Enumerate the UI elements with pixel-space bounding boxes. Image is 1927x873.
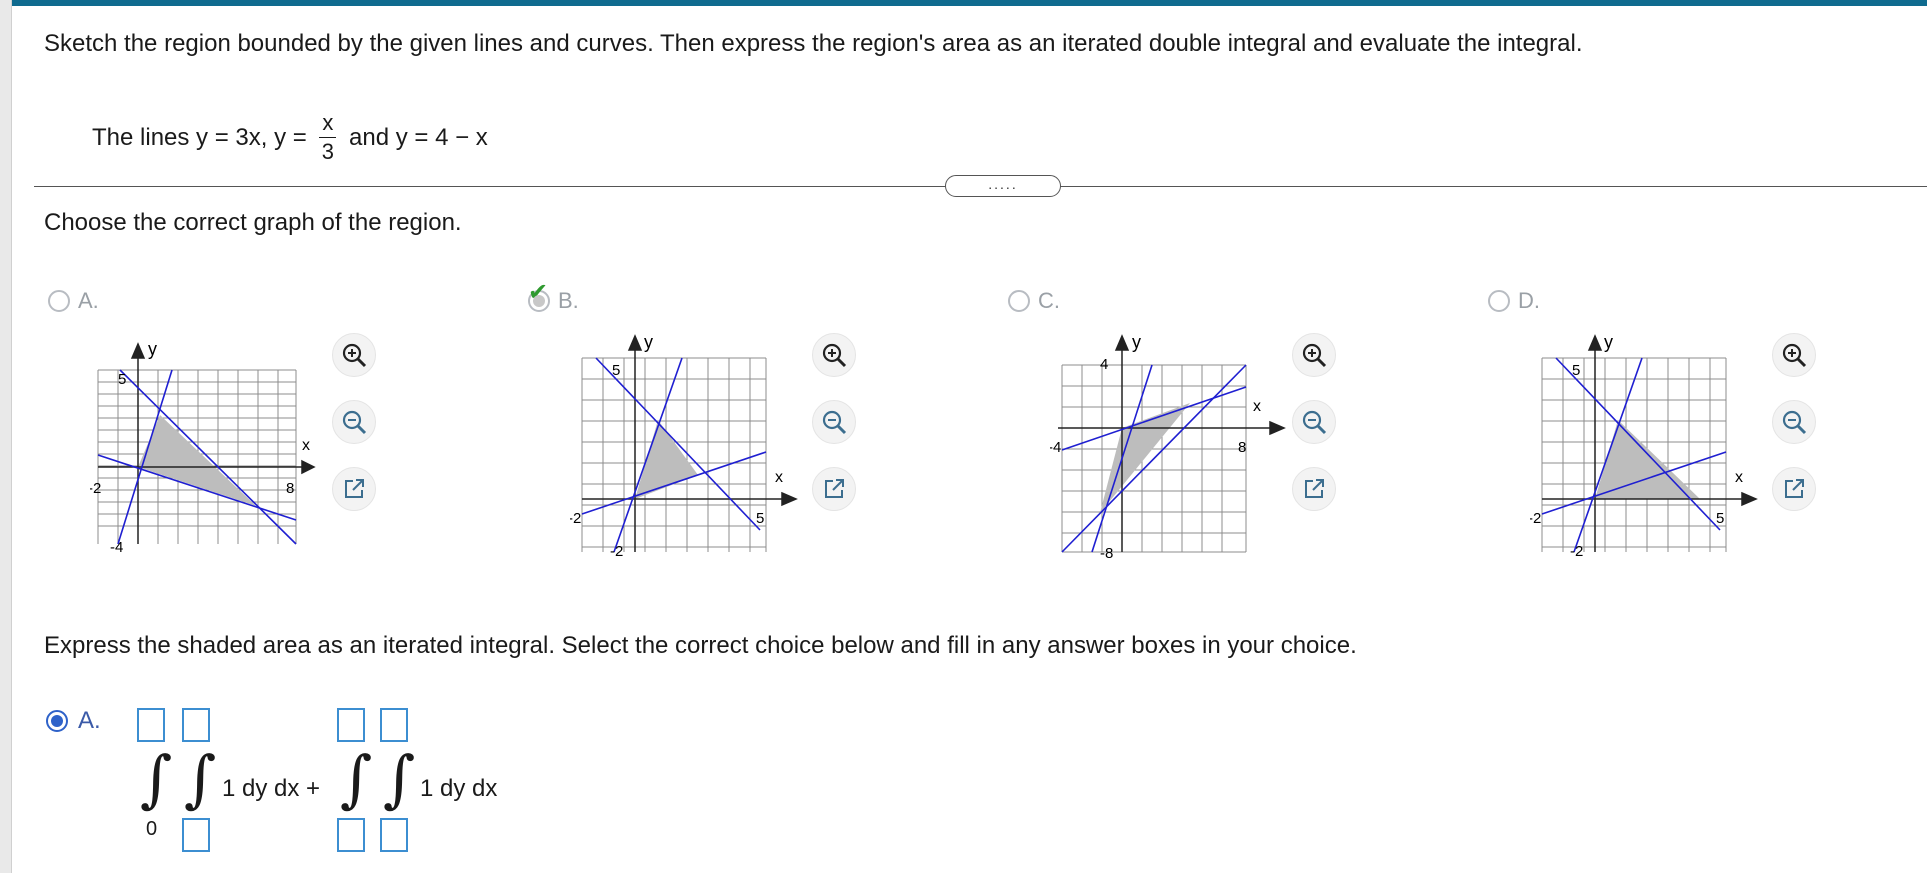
zoom-out-button[interactable] — [332, 400, 376, 444]
open-window-button[interactable] — [332, 467, 376, 511]
frac-numerator: x — [319, 112, 337, 138]
integral2-inner-upper-box[interactable] — [380, 708, 408, 742]
integral-sign: ∫ — [184, 742, 217, 815]
answer-radio-a[interactable] — [46, 710, 68, 732]
graph-a-x-label: x — [302, 437, 310, 454]
zoom-out-icon — [1301, 409, 1327, 435]
zoom-out-button[interactable] — [812, 400, 856, 444]
integral1-inner-upper-box[interactable] — [182, 708, 210, 742]
graph-d-y-label: y — [1604, 332, 1613, 352]
zoom-in-button[interactable] — [1772, 333, 1816, 377]
open-window-icon — [341, 476, 367, 502]
integral1-outer-upper-box[interactable] — [137, 708, 165, 742]
graph-d-tick-bottom: -2 — [1570, 543, 1583, 560]
graph-b-tick-top: 5 — [612, 362, 620, 379]
option-a-label: A. — [78, 288, 99, 313]
graph-c-tick-top: 4 — [1100, 356, 1108, 373]
open-window-icon — [1301, 476, 1327, 502]
graph-d[interactable]: y x 5 5 -2 -2 — [1530, 330, 1770, 560]
zoom-in-icon — [341, 342, 367, 368]
integrand-2: 1 dy dx — [420, 775, 498, 802]
integral2-inner-lower-box[interactable] — [380, 818, 408, 852]
integral2-outer-upper-box[interactable] — [337, 708, 365, 742]
radio-b[interactable]: ✔ — [528, 279, 550, 312]
zoom-out-button[interactable] — [1772, 400, 1816, 444]
open-window-icon — [1781, 476, 1807, 502]
integral-sign: ∫ — [383, 742, 416, 815]
zoom-in-button[interactable] — [1292, 333, 1336, 377]
graph-d-tick-left: -2 — [1530, 510, 1541, 527]
zoom-out-icon — [1781, 409, 1807, 435]
graph-c-tick-left: -4 — [1050, 439, 1061, 456]
graph-b-tick-left: -2 — [570, 510, 581, 527]
graph-a-tick-top: 5 — [118, 371, 126, 388]
graph-b-tick-bottom: -2 — [610, 543, 623, 560]
graph-a[interactable]: y x 5 8 -2 -4 — [90, 330, 320, 560]
frac-denominator: 3 — [321, 139, 335, 164]
graph-option-b[interactable]: ✔ B. — [528, 279, 579, 314]
zoom-in-icon — [821, 342, 847, 368]
zoom-in-button[interactable] — [812, 333, 856, 377]
graph-d-x-label: x — [1735, 469, 1743, 486]
integral2-outer-lower-box[interactable] — [337, 818, 365, 852]
radio-d[interactable] — [1488, 290, 1510, 312]
zoom-out-icon — [341, 409, 367, 435]
option-b-label: B. — [558, 288, 579, 313]
graph-d-tick-top: 5 — [1572, 362, 1580, 379]
graph-c-x-label: x — [1253, 398, 1261, 415]
open-window-icon — [821, 476, 847, 502]
radio-a[interactable] — [48, 290, 70, 312]
integrand-1: 1 dy dx + — [222, 775, 321, 802]
graph-c-tick-bottom: -8 — [1100, 545, 1113, 562]
graph-b-y-label: y — [644, 332, 653, 352]
zoom-out-button[interactable] — [1292, 400, 1336, 444]
open-window-button[interactable] — [1292, 467, 1336, 511]
fraction-x-over-3: x 3 — [319, 112, 337, 163]
graph-a-y-label: y — [148, 339, 157, 359]
integral-sign: ∫ — [340, 742, 373, 815]
graph-c-y-label: y — [1132, 332, 1141, 352]
graph-b-tick-right: 5 — [756, 510, 764, 527]
graph-c-tick-right: 8 — [1238, 439, 1246, 456]
graph-option-d[interactable]: D. — [1488, 288, 1540, 314]
graph-a-tick-right: 8 — [286, 480, 294, 497]
integral1-inner-lower-box[interactable] — [182, 818, 210, 852]
graph-b-x-label: x — [775, 469, 783, 486]
lines-expression: The lines y = 3x, y = x 3 and y = 4 − x — [92, 112, 488, 163]
graph-d-tick-right: 5 — [1716, 510, 1724, 527]
graph-b[interactable]: y x 5 5 -2 -2 — [570, 330, 810, 560]
zoom-in-icon — [1781, 342, 1807, 368]
answer-option-a-label: A. — [78, 707, 101, 734]
part2-prompt: Express the shaded area as an iterated i… — [44, 632, 1357, 659]
top-accent-bar — [0, 0, 1927, 6]
zoom-in-icon — [1301, 342, 1327, 368]
open-window-button[interactable] — [1772, 467, 1816, 511]
graph-option-a[interactable]: A. — [48, 288, 99, 314]
correct-check-icon: ✔ — [528, 279, 549, 306]
graph-c[interactable]: y x 4 8 -4 -8 — [1050, 330, 1290, 565]
lines-prefix: The lines y = 3x, y = — [92, 123, 307, 151]
graph-a-tick-bottom: -4 — [110, 539, 123, 556]
left-scroll-gutter — [0, 0, 12, 873]
option-c-label: C. — [1038, 288, 1060, 313]
option-d-label: D. — [1518, 288, 1540, 313]
radio-c[interactable] — [1008, 290, 1030, 312]
answer-option-a[interactable]: A. — [46, 707, 101, 735]
question-instruction: Sketch the region bounded by the given l… — [44, 30, 1583, 57]
integral-sign: ∫ — [140, 742, 173, 815]
lines-suffix: and y = 4 − x — [349, 123, 488, 151]
integral1-outer-lower-limit: 0 — [146, 818, 158, 840]
zoom-in-button[interactable] — [332, 333, 376, 377]
part1-prompt: Choose the correct graph of the region. — [44, 209, 462, 236]
open-window-button[interactable] — [812, 467, 856, 511]
zoom-out-icon — [821, 409, 847, 435]
graph-option-c[interactable]: C. — [1008, 288, 1060, 314]
graph-a-tick-left: -2 — [90, 480, 101, 497]
show-more-button[interactable]: ..... — [945, 175, 1061, 197]
